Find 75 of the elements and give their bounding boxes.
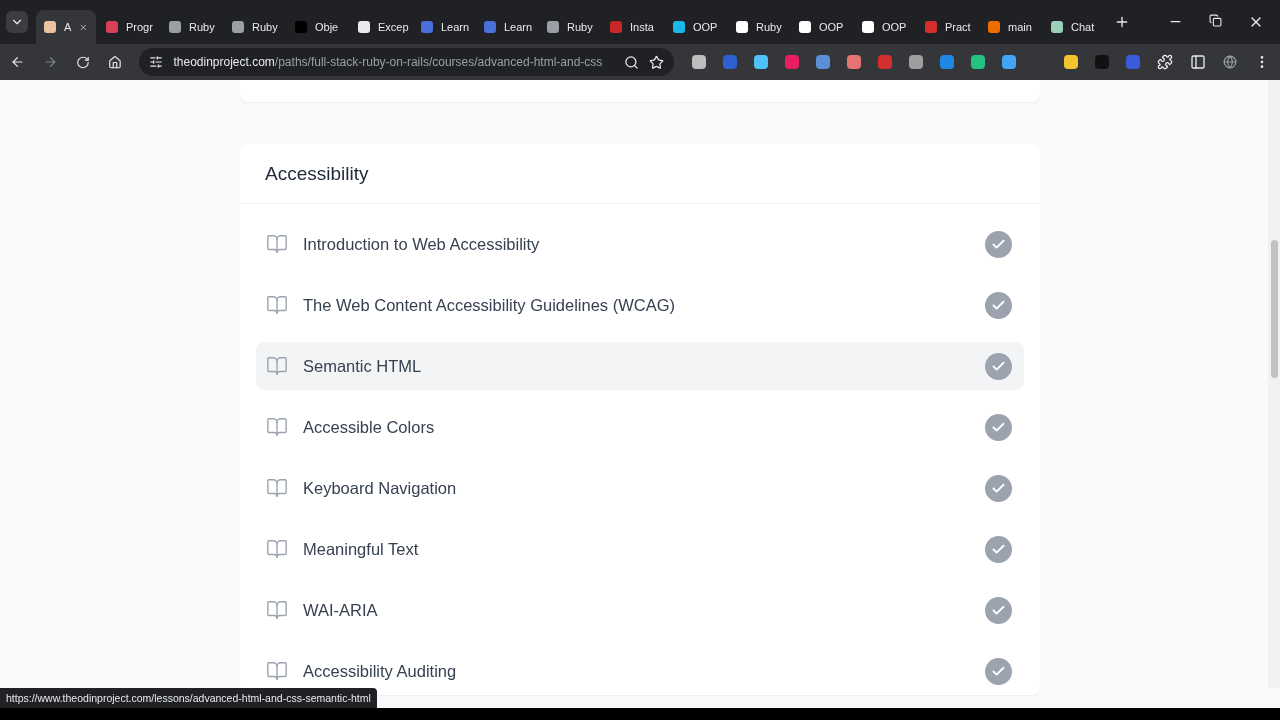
extension-icon[interactable] xyxy=(1064,55,1078,69)
extension-icon[interactable] xyxy=(692,55,706,69)
favicon-icon xyxy=(547,21,559,33)
browser-tab[interactable]: Ruby xyxy=(161,10,222,44)
favicon-icon xyxy=(484,21,496,33)
favicon-icon xyxy=(169,21,181,33)
book-icon xyxy=(266,233,288,255)
browser-tab[interactable]: Progr xyxy=(98,10,159,44)
favicon-icon xyxy=(925,21,937,33)
browser-tab[interactable]: main xyxy=(980,10,1041,44)
lesson-link[interactable]: WAI-ARIA xyxy=(256,586,1024,634)
favicon-icon xyxy=(106,21,118,33)
status-url: https://www.theodinproject.com/lessons/advanced-html-and-css-semantic-html xyxy=(0,688,377,708)
lesson-link[interactable]: Keyboard Navigation xyxy=(256,464,1024,512)
lesson-link[interactable]: Introduction to Web Accessibility xyxy=(256,220,1024,268)
browser-tab[interactable]: Ruby xyxy=(539,10,600,44)
favicon-icon xyxy=(44,21,56,33)
book-icon xyxy=(266,660,288,682)
profile-icon[interactable] xyxy=(1223,55,1237,69)
extension-icon[interactable] xyxy=(816,55,830,69)
lesson-link[interactable]: The Web Content Accessibility Guidelines (WCAG) xyxy=(256,281,1024,329)
star-icon[interactable] xyxy=(649,54,664,70)
section-title: Accessibility xyxy=(265,162,369,185)
favicon-icon xyxy=(988,21,1000,33)
favicon-icon xyxy=(358,21,370,33)
browser-tab[interactable]: OOP xyxy=(791,10,852,44)
extension-icon[interactable] xyxy=(940,55,954,69)
browser-tab[interactable]: OOP xyxy=(665,10,726,44)
extension-icon[interactable] xyxy=(909,55,923,69)
address-bar[interactable]: theodinproject.com/paths/full-stack-ruby-on-rails/courses/advanced-html-and-css xyxy=(139,48,674,76)
scrollbar[interactable] xyxy=(1268,80,1280,688)
lesson-link[interactable]: Semantic HTML xyxy=(256,342,1024,390)
favicon-icon xyxy=(862,21,874,33)
browser-tab[interactable]: OOP xyxy=(854,10,915,44)
new-tab-icon[interactable] xyxy=(1114,14,1130,30)
book-icon xyxy=(266,416,288,438)
book-icon xyxy=(266,294,288,316)
tab-search-button[interactable] xyxy=(6,11,28,33)
browser-tab[interactable]: Ruby xyxy=(224,10,285,44)
book-icon xyxy=(266,477,288,499)
browser-tab[interactable]: Excep xyxy=(350,10,411,44)
favicon-icon xyxy=(736,21,748,33)
extension-icon[interactable] xyxy=(971,55,985,69)
favicon-icon xyxy=(421,21,433,33)
search-icon[interactable] xyxy=(624,54,639,70)
lesson-link[interactable]: Meaningful Text xyxy=(256,525,1024,573)
book-icon xyxy=(266,599,288,621)
browser-tab[interactable]: Insta xyxy=(602,10,663,44)
side-panel-icon[interactable] xyxy=(1190,54,1206,70)
extension-icon[interactable] xyxy=(754,55,768,69)
lesson-link[interactable]: Accessible Colors xyxy=(256,403,1024,451)
url-text: theodinproject.com/paths/full-stack-ruby-on-rails/courses/advanced-html-and-css xyxy=(173,55,604,69)
site-settings-icon[interactable] xyxy=(149,55,164,69)
book-icon xyxy=(266,538,288,560)
extension-icon[interactable] xyxy=(847,55,861,69)
book-icon xyxy=(266,355,288,377)
favicon-icon xyxy=(232,21,244,33)
home-icon[interactable] xyxy=(107,54,122,70)
extension-icon[interactable] xyxy=(1002,55,1016,69)
browser-tab[interactable]: Pract xyxy=(917,10,978,44)
favicon-icon xyxy=(295,21,307,33)
browser-tab[interactable]: Learn xyxy=(476,10,537,44)
favicon-icon xyxy=(610,21,622,33)
reload-icon[interactable] xyxy=(75,54,90,70)
restore-icon[interactable] xyxy=(1209,14,1222,27)
favicon-icon xyxy=(799,21,811,33)
favicon-icon xyxy=(1051,21,1063,33)
extensions-icon[interactable] xyxy=(1157,54,1173,70)
browser-tab[interactable]: Chat xyxy=(1043,10,1104,44)
browser-tab[interactable]: Ruby xyxy=(728,10,789,44)
browser-tab[interactable]: Learn xyxy=(413,10,474,44)
browser-tab[interactable]: Obje xyxy=(287,10,348,44)
favicon-icon xyxy=(673,21,685,33)
back-icon[interactable] xyxy=(10,54,25,70)
browser-tab[interactable]: A xyxy=(36,10,96,44)
